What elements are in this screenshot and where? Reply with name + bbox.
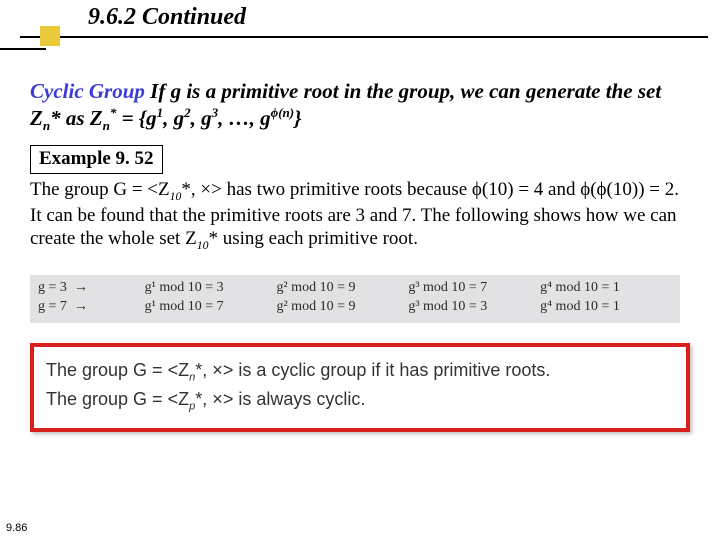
cyclic-lead: Cyclic Group: [30, 79, 145, 103]
red-callout: The group G = <Zn*, ×> is a cyclic group…: [30, 343, 690, 432]
page-number: 9.86: [6, 522, 27, 534]
example-text: The group G = <Z10*, ×> has two primitiv…: [30, 178, 692, 253]
callout-line-1: The group G = <Zn*, ×> is a cyclic group…: [46, 357, 674, 386]
table-cell: g³ mod 10 = 3: [408, 298, 540, 317]
table-cell: g⁴ mod 10 = 1: [540, 298, 672, 317]
table-cell: g³ mod 10 = 7: [408, 279, 540, 298]
slide-content: Cyclic Group If g is a primitive root in…: [0, 48, 720, 432]
table-row: g = 3 → g¹ mod 10 = 3 g² mod 10 = 9 g³ m…: [38, 279, 672, 298]
table-row: g = 7 → g¹ mod 10 = 7 g² mod 10 = 9 g³ m…: [38, 298, 672, 317]
accent-square-icon: [40, 26, 60, 46]
row-lead: g = 3 →: [38, 279, 145, 298]
example-badge: Example 9. 52: [30, 145, 163, 174]
powers-table: g = 3 → g¹ mod 10 = 3 g² mod 10 = 9 g³ m…: [30, 275, 680, 323]
table-cell: g² mod 10 = 9: [276, 279, 408, 298]
table-cell: g¹ mod 10 = 3: [145, 279, 277, 298]
table-cell: g⁴ mod 10 = 1: [540, 279, 672, 298]
table-cell: g¹ mod 10 = 7: [145, 298, 277, 317]
table-cell: g² mod 10 = 9: [276, 298, 408, 317]
slide-title: 9.6.2 Continued: [88, 4, 720, 31]
row-lead: g = 7 →: [38, 298, 145, 317]
rule-stub: [0, 48, 46, 50]
header-rule: [20, 36, 708, 38]
slide-header: 9.6.2 Continued: [0, 0, 720, 48]
callout-line-2: The group G = <Zp*, ×> is always cyclic.: [46, 386, 674, 415]
cyclic-definition: Cyclic Group If g is a primitive root in…: [30, 78, 692, 135]
